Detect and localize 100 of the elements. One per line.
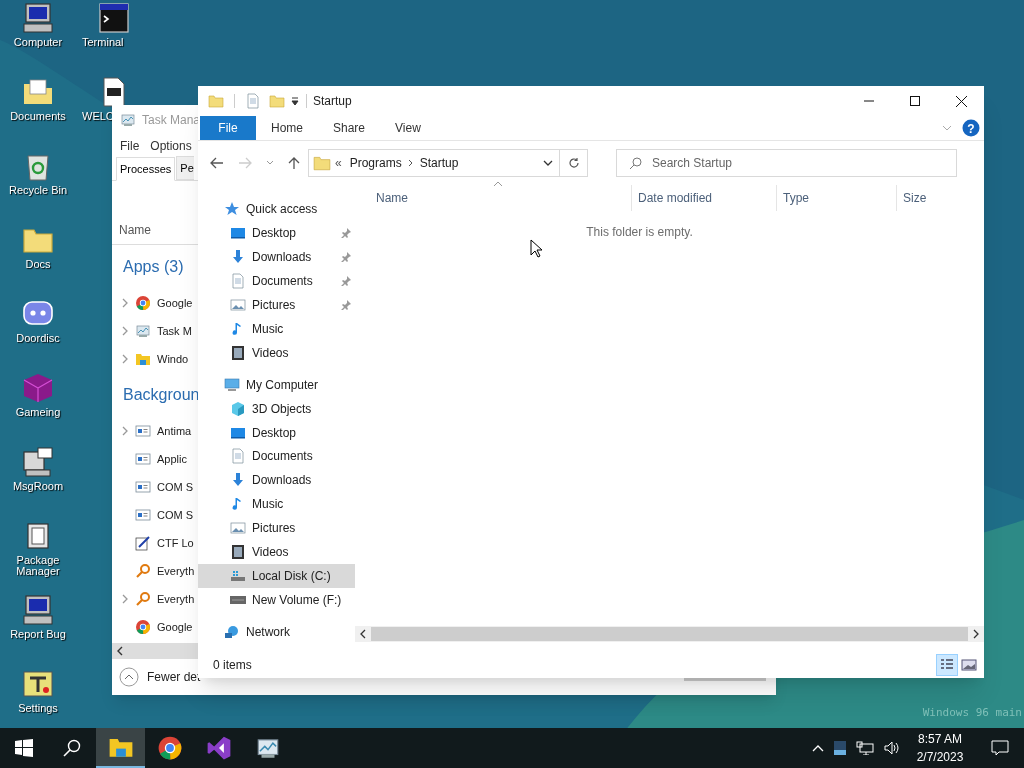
display-icon[interactable] <box>834 741 846 755</box>
chevron-icon[interactable] <box>121 594 129 604</box>
help-icon[interactable]: ? <box>962 119 980 137</box>
desktop-icon-label[interactable]: WELC <box>82 111 114 122</box>
scroll-thumb[interactable] <box>684 678 766 681</box>
process-name[interactable]: Task M <box>157 322 192 340</box>
desktop-icon-label[interactable]: Documents <box>10 111 66 122</box>
desktop-icon-label[interactable]: Recycle Bin <box>8 185 68 196</box>
desktop-icon-label[interactable]: Settings <box>18 703 58 714</box>
desktop-icon-label[interactable]: Package Manager <box>3 555 73 577</box>
desktop-icon <box>22 446 54 478</box>
ribbon-logo-icon <box>205 735 232 761</box>
watermark-text: Windows 96 main <box>922 706 1022 720</box>
refresh-icon <box>567 157 580 169</box>
maximize-icon <box>910 96 920 106</box>
chevron-icon[interactable] <box>121 354 129 364</box>
tab[interactable]: Pe <box>176 156 194 180</box>
process-name[interactable]: Antima <box>157 422 192 440</box>
process-name[interactable]: Windo <box>157 350 189 368</box>
breadcrumb-item[interactable]: Startup <box>419 154 459 172</box>
search-field[interactable]: Search Startup <box>616 149 957 177</box>
volume-icon[interactable] <box>884 741 900 755</box>
column-header[interactable]: Name <box>355 185 631 211</box>
horizontal-scrollbar[interactable] <box>371 627 968 641</box>
nav-item[interactable]: Pictures <box>198 516 355 541</box>
film-icon <box>230 544 246 561</box>
dropdown-icon[interactable] <box>543 159 553 167</box>
document-icon <box>230 448 246 465</box>
group-heading: Backgroun <box>123 385 198 405</box>
process-name[interactable]: Everyth <box>157 590 195 608</box>
ribbon-tab[interactable]: File <box>200 116 256 140</box>
clock-date[interactable]: 2/7/2023 <box>916 748 964 766</box>
details-view-button[interactable] <box>936 654 958 676</box>
film-icon <box>230 344 246 361</box>
browser-icon <box>156 735 183 761</box>
taskbar-app-button[interactable] <box>96 728 145 768</box>
nav-item[interactable]: Desktop <box>198 420 355 445</box>
column-header[interactable]: Name <box>119 220 151 239</box>
nav-item[interactable]: My Computer <box>198 372 355 397</box>
process-icon <box>135 423 151 439</box>
back-arrow-icon[interactable] <box>210 157 224 169</box>
desktop-icon-label[interactable]: Doordisc <box>16 333 60 344</box>
desktop-icon <box>98 2 130 34</box>
nav-item[interactable]: 3D Objects <box>198 396 355 421</box>
nav-item[interactable]: Videos <box>198 540 355 565</box>
up-arrow-icon[interactable] <box>288 156 300 170</box>
overflow-chevron[interactable]: « <box>335 154 342 172</box>
process-name[interactable]: Applic <box>157 450 187 468</box>
menu-item[interactable]: File <box>120 137 140 155</box>
dropdown-icon[interactable] <box>290 96 300 106</box>
process-name[interactable]: Google <box>157 618 193 636</box>
nav-item[interactable]: Downloads <box>198 468 355 493</box>
process-name[interactable]: COM S <box>157 506 194 524</box>
status-text: 0 items <box>213 657 252 674</box>
ribbon-tab[interactable]: View <box>380 116 436 140</box>
nav-item[interactable]: Downloads <box>198 244 355 269</box>
process-icon <box>135 351 151 367</box>
nav-item[interactable]: Network <box>198 620 355 645</box>
nav-item[interactable]: Music <box>198 316 355 341</box>
desktop-icon-label[interactable]: Docs <box>25 259 51 270</box>
nav-item[interactable]: Documents <box>198 268 355 293</box>
nav-item[interactable]: Music <box>198 492 355 517</box>
show-hidden-icons-icon[interactable] <box>812 744 824 752</box>
chevron-icon[interactable] <box>121 298 129 308</box>
document-icon <box>230 272 246 289</box>
collapse-icon[interactable] <box>119 667 139 687</box>
desktop-icon-label[interactable]: Terminal <box>82 37 124 48</box>
address-bar[interactable]: « Programs Startup <box>308 149 588 177</box>
scroll-left-icon[interactable] <box>115 646 125 656</box>
column-header[interactable]: Date modified <box>631 185 776 211</box>
desktop-icon-label[interactable]: MsgRoom <box>12 481 64 492</box>
ribbon-tab[interactable]: Home <box>256 116 318 140</box>
nav-item[interactable]: Quick access <box>198 197 355 221</box>
process-name[interactable]: Google <box>157 294 193 312</box>
ribbon-tab[interactable]: Share <box>318 116 381 140</box>
process-name[interactable]: CTF Lo <box>157 534 194 552</box>
clock-time[interactable]: 8:57 AM <box>918 730 962 748</box>
column-header[interactable]: Size <box>896 185 976 211</box>
breadcrumb-item[interactable]: Programs <box>349 154 402 172</box>
scroll-right-icon[interactable] <box>972 629 980 639</box>
chevron-icon[interactable] <box>121 326 129 336</box>
network-icon[interactable] <box>856 741 874 755</box>
nav-item[interactable]: New Volume (F:) <box>198 588 355 613</box>
menu-item[interactable]: Options <box>150 137 192 155</box>
nav-item[interactable]: Documents <box>198 444 355 469</box>
process-name[interactable]: Everyth <box>157 562 195 580</box>
desktop-icon-label[interactable]: Computer <box>13 37 63 48</box>
nav-item[interactable]: Videos <box>198 340 355 365</box>
star-icon <box>224 200 240 217</box>
desktop-icon-label[interactable]: Gameing <box>15 407 61 418</box>
column-header[interactable]: Type <box>776 185 896 211</box>
tab[interactable]: Processes <box>116 157 176 181</box>
nav-item[interactable]: Pictures <box>198 292 355 317</box>
chevron-icon[interactable] <box>121 426 129 436</box>
recent-locations-icon[interactable] <box>266 160 274 166</box>
desktop-icon-label[interactable]: Report Bug <box>10 629 66 640</box>
scroll-left-icon[interactable] <box>359 629 367 639</box>
nav-item[interactable]: Desktop <box>198 220 355 245</box>
process-name[interactable]: COM S <box>157 478 194 496</box>
nav-item[interactable]: Local Disk (C:) <box>198 564 355 589</box>
